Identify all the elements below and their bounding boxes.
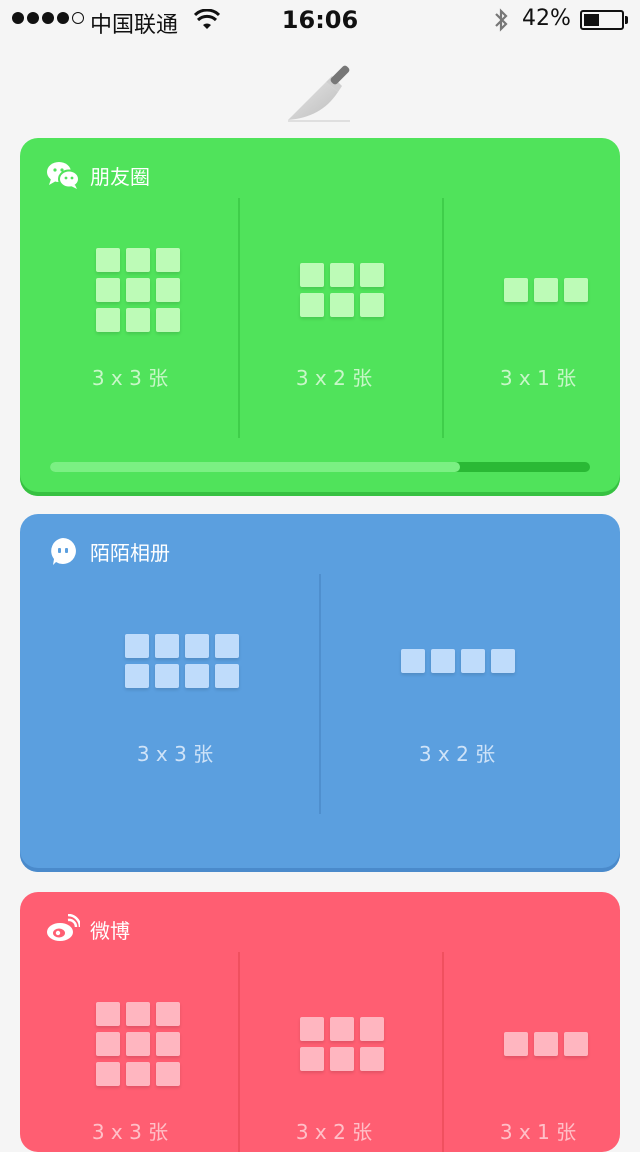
thumbnail-cell: [155, 664, 179, 688]
thumbnail-cell: [330, 1017, 354, 1041]
card-header: 朋友圈: [46, 160, 150, 190]
thumbnail-grid: [96, 1002, 180, 1086]
wechat-moments-card: 朋友圈 3 x 3 张 3 x 2 张 3 x 1 张: [20, 138, 620, 496]
thumbnail-cell: [125, 634, 149, 658]
option-label: 3 x 2 张: [295, 366, 373, 390]
card-title: 朋友圈: [90, 164, 150, 189]
wechat-moments-icon: [46, 160, 80, 190]
thumbnail-cell: [156, 248, 180, 272]
thumbnail-cell: [534, 1032, 558, 1056]
option-3x3[interactable]: 3 x 3 张: [30, 574, 320, 814]
thumbnail-cell: [360, 263, 384, 287]
thumbnail-cell: [360, 1017, 384, 1041]
thumbnail-grid: [300, 1017, 384, 1071]
thumbnail-cell: [300, 293, 324, 317]
thumbnail-cell: [431, 649, 455, 673]
thumbnail-cell: [534, 278, 558, 302]
thumbnail-cell: [126, 248, 150, 272]
thumbnail-cell: [126, 278, 150, 302]
option-3x2[interactable]: 3 x 2 张: [322, 574, 612, 814]
thumbnail-cell: [156, 278, 180, 302]
option-3x2[interactable]: 3 x 2 张: [234, 952, 434, 1152]
option-label: 3 x 2 张: [295, 1120, 373, 1144]
option-3x1[interactable]: 3 x 1 张: [438, 198, 620, 438]
thumbnail-cell: [156, 1062, 180, 1086]
option-label: 3 x 1 张: [499, 366, 577, 390]
knife-icon: [286, 62, 356, 128]
battery-icon: [580, 10, 624, 30]
weibo-icon: [46, 914, 80, 944]
thumbnail-cell: [156, 308, 180, 332]
thumbnail-cell: [360, 293, 384, 317]
thumbnail-cell: [96, 248, 120, 272]
option-3x3[interactable]: 3 x 3 张: [30, 952, 230, 1152]
thumbnail-cell: [96, 1032, 120, 1056]
card-header: 陌陌相册: [46, 536, 170, 566]
thumbnail-cell: [461, 649, 485, 673]
thumbnail-cell: [126, 1032, 150, 1056]
status-bar: 中国联通 16:06 42%: [0, 0, 640, 40]
thumbnail-grid: [96, 248, 180, 332]
thumbnail-cell: [126, 1002, 150, 1026]
option-label: 3 x 1 张: [499, 1120, 577, 1144]
thumbnail-cell: [96, 1062, 120, 1086]
option-3x1[interactable]: 3 x 1 张: [438, 952, 620, 1152]
thumbnail-cell: [215, 664, 239, 688]
bluetooth-icon: [491, 7, 511, 39]
thumbnail-grid: [504, 278, 588, 302]
thumbnail-cell: [156, 1002, 180, 1026]
battery-percent: 42%: [522, 6, 571, 31]
option-3x3[interactable]: 3 x 3 张: [30, 198, 230, 438]
option-3x2[interactable]: 3 x 2 张: [234, 198, 434, 438]
thumbnail-grid: [504, 1032, 588, 1056]
momo-album-card: 陌陌相册 3 x 3 张 3 x 2 张: [20, 514, 620, 872]
thumbnail-grid: [401, 649, 515, 673]
thumbnail-cell: [504, 1032, 528, 1056]
progress-bar: [50, 462, 590, 472]
thumbnail-cell: [96, 308, 120, 332]
thumbnail-cell: [126, 1062, 150, 1086]
momo-icon: [46, 536, 80, 566]
thumbnail-cell: [564, 1032, 588, 1056]
progress-fill: [50, 462, 461, 472]
thumbnail-cell: [125, 664, 149, 688]
thumbnail-cell: [491, 649, 515, 673]
thumbnail-cell: [300, 263, 324, 287]
thumbnail-cell: [330, 1047, 354, 1071]
thumbnail-cell: [96, 1002, 120, 1026]
option-label: 3 x 3 张: [91, 366, 169, 390]
card-title: 陌陌相册: [90, 540, 170, 565]
thumbnail-cell: [300, 1017, 324, 1041]
option-label: 3 x 3 张: [91, 1120, 169, 1144]
thumbnail-cell: [300, 1047, 324, 1071]
option-label: 3 x 3 张: [136, 742, 214, 766]
thumbnail-cell: [156, 1032, 180, 1056]
thumbnail-cell: [330, 293, 354, 317]
thumbnail-cell: [360, 1047, 384, 1071]
thumbnail-cell: [185, 634, 209, 658]
weibo-card: 微博 3 x 3 张 3 x 2 张 3 x 1 张: [20, 892, 620, 1152]
battery-cap: [625, 16, 628, 24]
thumbnail-cell: [564, 278, 588, 302]
thumbnail-cell: [96, 278, 120, 302]
divider: [319, 574, 321, 814]
card-title: 微博: [90, 918, 130, 943]
thumbnail-cell: [330, 263, 354, 287]
thumbnail-grid: [125, 634, 239, 688]
thumbnail-cell: [401, 649, 425, 673]
thumbnail-grid: [300, 263, 384, 317]
option-label: 3 x 2 张: [418, 742, 496, 766]
thumbnail-cell: [215, 634, 239, 658]
thumbnail-cell: [504, 278, 528, 302]
card-header: 微博: [46, 914, 130, 944]
thumbnail-cell: [155, 634, 179, 658]
thumbnail-cell: [126, 308, 150, 332]
thumbnail-cell: [185, 664, 209, 688]
battery-level: [584, 14, 599, 26]
